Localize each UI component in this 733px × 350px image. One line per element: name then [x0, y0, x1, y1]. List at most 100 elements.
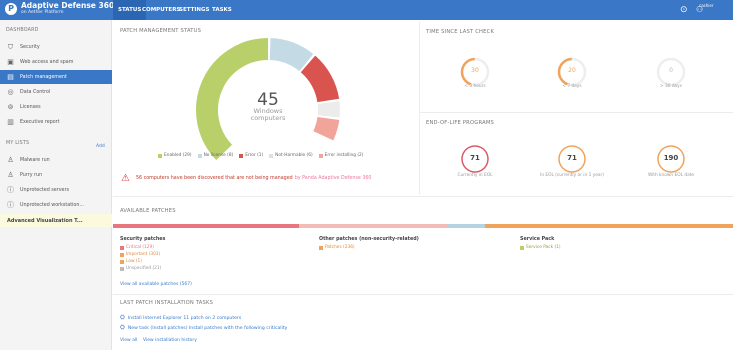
list-item-unprotected-servers[interactable]: ⓘ Unprotected servers	[0, 183, 112, 197]
add-list-link[interactable]: Add	[96, 144, 105, 149]
legend-swatch	[239, 153, 244, 158]
task-item[interactable]: ⛭ Install Internet Explorer 11 patch on 2…	[120, 314, 241, 322]
legend-swatch	[197, 153, 202, 158]
sidebar-item-patch-management[interactable]: ▤ Patch management	[0, 70, 112, 84]
task-item[interactable]: ⛭ New task (Install patches) Install patc…	[120, 324, 287, 332]
list-item-label: Unprotected servers	[20, 187, 69, 193]
divider	[113, 196, 733, 197]
patch-bar-segment	[299, 224, 448, 228]
sidebar-item-label: Licenses	[20, 104, 41, 110]
advanced-visualization-item[interactable]: Advanced Visualization T...	[0, 214, 112, 227]
list-item-label: Malware run	[20, 157, 50, 163]
sidebar-item-label: Data Control	[20, 89, 51, 95]
service-pack-title: Service Pack	[520, 237, 555, 242]
security-patches-title: Security patches	[120, 237, 166, 242]
patch-category[interactable]: Critical (129)	[120, 245, 154, 250]
patch-status-title: PATCH MANAGEMENT STATUS	[120, 28, 202, 34]
view-history-link[interactable]: View installation history	[143, 338, 197, 343]
divider	[420, 112, 733, 113]
list-item-label: Unprotected workstation...	[20, 202, 84, 208]
view-all-tasks-link[interactable]: View all	[120, 338, 137, 343]
sidebar-item-label: Security	[20, 44, 40, 50]
brand[interactable]: P Adaptive Defense 360 on Aether Platfor…	[5, 2, 114, 15]
unmanaged-alert[interactable]: ⚠ 56 computers have been discovered that…	[121, 173, 372, 184]
patch-category[interactable]: Unspecified (21)	[120, 266, 161, 271]
brand-logo-icon: P	[5, 2, 17, 15]
alert-link[interactable]: by Panda Adaptive Defense 360	[295, 176, 372, 181]
patch-category[interactable]: Patches (236)	[319, 245, 355, 250]
category-swatch	[319, 245, 323, 250]
patch-status-legend: Enabled (29) No license (8) Error (1) No…	[158, 153, 369, 158]
eol-label: In EOL (currently or in 1 year)	[540, 173, 604, 178]
list-item-label: Purry run	[20, 172, 43, 178]
task-icon: ⛭	[120, 314, 125, 321]
total-computers-label: Windows computers	[250, 107, 286, 123]
sidebar-item-data-control[interactable]: ◎ Data Control	[0, 85, 112, 99]
data-control-icon: ◎	[7, 88, 14, 96]
app-subtitle: on Aether Platform	[21, 9, 64, 15]
patch-category[interactable]: Important (303)	[120, 252, 160, 257]
sidebar-item-security[interactable]: ⛉ Security	[0, 40, 112, 54]
legend-item[interactable]: No license (8)	[197, 153, 233, 158]
patch-category[interactable]: Service Pack (1)	[520, 245, 561, 250]
license-icon: ⊚	[7, 103, 14, 111]
ring-label: < 7 days	[562, 84, 582, 89]
top-bar: P Adaptive Defense 360 on Aether Platfor…	[0, 0, 733, 20]
report-icon: ▥	[7, 118, 14, 126]
patch-bar-segment	[448, 224, 485, 228]
available-patches-title: AVAILABLE PATCHES	[120, 208, 176, 214]
shield-icon: ⛉	[7, 42, 14, 51]
other-patches-title: Other patches (non-security-related)	[319, 237, 419, 242]
tab-tasks[interactable]: TASKS	[207, 0, 237, 20]
list-item-unprotected-workstations[interactable]: ⓘ Unprotected workstation...	[0, 198, 112, 212]
legend-item[interactable]: Enabled (29)	[158, 153, 192, 158]
alert-text: 56 computers have been discovered that a…	[135, 176, 293, 181]
category-swatch	[120, 245, 124, 250]
ring-value: 0	[669, 67, 673, 74]
divider	[113, 294, 733, 295]
ring-label: < 3 hours	[464, 84, 486, 89]
web-icon: ▣	[7, 58, 14, 66]
divider	[419, 22, 420, 194]
legend-item[interactable]: Error installing (2)	[318, 153, 363, 158]
eol-value[interactable]: 190	[656, 154, 686, 162]
legend-item[interactable]: Not-Harmable (6)	[269, 153, 313, 158]
time-since-title: TIME SINCE LAST CHECK	[426, 29, 495, 35]
eol-label: Currently in EOL	[457, 173, 493, 178]
category-swatch	[120, 266, 124, 271]
list-icon: ♙	[7, 171, 14, 179]
warning-icon: ⚠	[121, 173, 130, 184]
user-name[interactable]: cashier	[699, 3, 714, 8]
tasks-title: LAST PATCH INSTALLATION TASKS	[120, 300, 214, 306]
sidebar-item-web-access[interactable]: ▣ Web access and spam	[0, 55, 112, 69]
info-icon: ⓘ	[7, 186, 14, 194]
help-icon[interactable]: ⊙	[680, 5, 688, 15]
donut-segment	[313, 116, 340, 141]
ring-value: 30	[471, 67, 479, 74]
donut-segment	[269, 38, 314, 72]
list-icon: ♙	[7, 156, 14, 164]
category-swatch	[120, 252, 124, 257]
task-icon: ⛭	[120, 324, 125, 331]
sidebar: DASHBOARD ⛉ Security ▣ Web access and sp…	[0, 20, 112, 350]
view-all-patches-link[interactable]: View all available patches (567)	[120, 282, 192, 287]
sidebar-item-executive-report[interactable]: ▥ Executive report	[0, 115, 112, 129]
donut-segment	[300, 55, 340, 103]
eol-value[interactable]: 71	[460, 154, 490, 162]
eol-title: END-OF-LIFE PROGRAMS	[426, 120, 494, 126]
sidebar-item-licenses[interactable]: ⊚ Licenses	[0, 100, 112, 114]
list-item-malware[interactable]: ♙ Malware run	[0, 153, 112, 167]
patch-bar-segment	[113, 224, 299, 228]
sidebar-item-label: Patch management	[20, 74, 67, 80]
legend-item[interactable]: Error (1)	[239, 153, 263, 158]
category-swatch	[120, 259, 124, 264]
patch-category[interactable]: Low (1)	[120, 259, 142, 264]
my-lists-header: MY LISTS	[6, 141, 30, 146]
eol-label: With known EOL date	[647, 173, 695, 178]
patch-icon: ▤	[7, 73, 14, 81]
dashboard-header: DASHBOARD	[6, 28, 39, 33]
ring-label: > 30 days	[660, 84, 682, 89]
legend-swatch	[318, 153, 323, 158]
eol-value[interactable]: 71	[557, 154, 587, 162]
list-item-purry[interactable]: ♙ Purry run	[0, 168, 112, 182]
